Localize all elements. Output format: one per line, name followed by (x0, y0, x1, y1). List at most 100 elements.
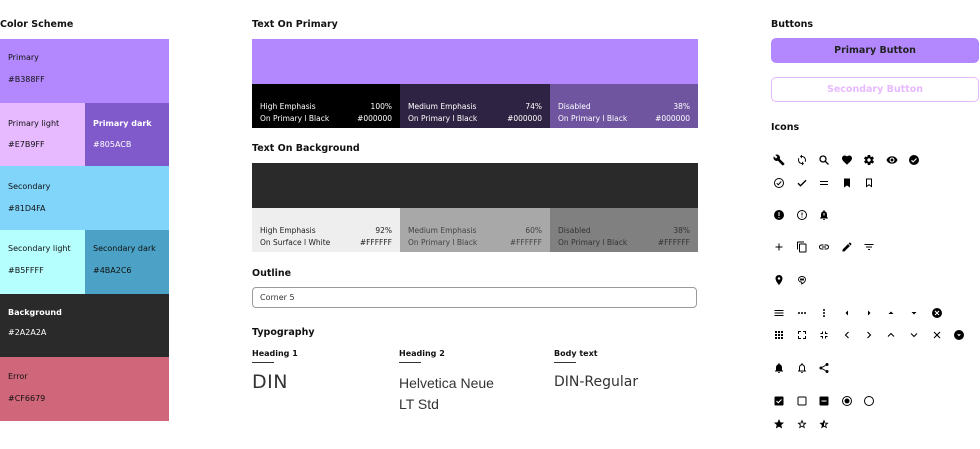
body-text-underline (554, 362, 576, 363)
swatch-hex: #805ACB (93, 140, 132, 149)
heading1-sample: DIN (252, 371, 288, 393)
emphasis-hex: #000000 (655, 114, 690, 123)
star-filled-icon[interactable] (772, 417, 786, 431)
emphasis-label: Medium Emphasis (408, 226, 477, 235)
bookmark-outline-icon[interactable] (862, 176, 876, 190)
radio-checked-icon[interactable] (840, 394, 854, 408)
swatch-name: Secondary light (8, 244, 71, 253)
color-scheme-title: Color Scheme (0, 19, 74, 30)
emphasis-percent: 38% (673, 226, 690, 235)
hangout-icon[interactable] (795, 273, 809, 287)
heading1-underline (252, 362, 274, 363)
heading2-underline (399, 362, 421, 363)
checkbox-empty-icon[interactable] (795, 394, 809, 408)
swatch-hex: #4BA2C6 (93, 266, 132, 275)
fullscreen-icon[interactable] (795, 328, 809, 342)
swatch-secondary-dark: Secondary dark #4BA2C6 (85, 230, 169, 294)
background-disabled: Disabled On Primary l Black 38% #FFFFFF (550, 208, 698, 252)
arrow-up-icon[interactable] (884, 306, 898, 320)
star-half-icon[interactable] (817, 417, 831, 431)
search-icon[interactable] (817, 153, 831, 167)
alarm-icon[interactable] (817, 208, 831, 222)
gear-icon[interactable] (862, 153, 876, 167)
bell-filled-icon[interactable] (772, 361, 786, 375)
emphasis-label: Medium Emphasis (408, 102, 477, 111)
heading2-sample-line1: Helvetica Neue (399, 375, 494, 391)
buttons-title: Buttons (771, 19, 814, 30)
bookmark-filled-icon[interactable] (840, 176, 854, 190)
background-high-emphasis: High Emphasis On Surface l White 92% #FF… (252, 208, 400, 252)
arrow-right-icon[interactable] (862, 306, 876, 320)
filter-icon[interactable] (862, 240, 876, 254)
heading2-label: Heading 2 (399, 349, 445, 358)
text-on-primary-title: Text On Primary (252, 19, 338, 30)
body-text-label: Body text (554, 349, 598, 358)
chevron-up-icon[interactable] (884, 328, 898, 342)
swatch-hex: #2A2A2A (8, 328, 47, 337)
dropdown-circle-icon[interactable] (952, 328, 966, 342)
text-on-background-title: Text On Background (252, 143, 360, 154)
emphasis-sublabel: On Surface l White (260, 238, 331, 247)
primary-high-emphasis: High Emphasis On Primary l Black 100% #0… (252, 84, 400, 128)
emphasis-percent: 38% (673, 102, 690, 111)
emphasis-percent: 60% (525, 226, 542, 235)
wrench-icon[interactable] (772, 153, 786, 167)
primary-medium-emphasis: Medium Emphasis On Primary l Black 74% #… (400, 84, 550, 128)
check-icon[interactable] (795, 176, 809, 190)
emphasis-sublabel: On Primary l Black (408, 238, 478, 247)
fullscreen-exit-icon[interactable] (817, 328, 831, 342)
emphasis-percent: 74% (525, 102, 542, 111)
star-outline-icon[interactable] (795, 417, 809, 431)
swatch-name: Background (8, 308, 62, 317)
primary-button[interactable]: Primary Button (771, 38, 979, 63)
swatch-secondary: Secondary #81D4FA (0, 166, 169, 230)
error-outline-icon[interactable] (795, 208, 809, 222)
emphasis-sublabel: On Primary l Black (260, 114, 330, 123)
swatch-primary-dark: Primary dark #805ACB (85, 103, 169, 166)
add-icon[interactable] (772, 240, 786, 254)
emphasis-hex: #FFFFFF (657, 238, 690, 247)
error-filled-icon[interactable] (772, 208, 786, 222)
link-icon[interactable] (817, 240, 831, 254)
primary-bar (252, 39, 698, 84)
edit-icon[interactable] (840, 240, 854, 254)
chevron-left-icon[interactable] (840, 328, 854, 342)
bell-outline-icon[interactable] (795, 361, 809, 375)
chevron-right-icon[interactable] (862, 328, 876, 342)
eye-icon[interactable] (885, 153, 899, 167)
cancel-filled-icon[interactable] (930, 306, 944, 320)
arrow-down-icon[interactable] (907, 306, 921, 320)
emphasis-percent: 92% (375, 226, 392, 235)
check-circle-outline-icon[interactable] (772, 176, 786, 190)
checkbox-indeterminate-icon[interactable] (817, 394, 831, 408)
more-vert-icon[interactable] (817, 306, 831, 320)
outline-text-field[interactable]: Corner 5 (252, 287, 697, 308)
primary-disabled: Disabled On Primary l Black 38% #000000 (550, 84, 698, 128)
copy-icon[interactable] (795, 240, 809, 254)
swatch-primary-light: Primary light #E7B9FF (0, 103, 85, 166)
more-horiz-icon[interactable] (795, 306, 809, 320)
swatch-name: Primary dark (93, 119, 152, 128)
checkbox-checked-icon[interactable] (772, 394, 786, 408)
swatch-error: Error #CF6679 (0, 357, 169, 421)
swatch-name: Primary (8, 53, 39, 62)
emphasis-label: High Emphasis (260, 226, 316, 235)
location-icon[interactable] (772, 273, 786, 287)
secondary-button[interactable]: Secondary Button (771, 77, 979, 102)
menu-icon[interactable] (772, 306, 786, 320)
emphasis-sublabel: On Primary l Black (408, 114, 478, 123)
close-icon[interactable] (930, 328, 944, 342)
swatch-hex: #E7B9FF (8, 140, 45, 149)
radio-empty-icon[interactable] (862, 394, 876, 408)
background-bar (252, 163, 698, 208)
share-icon[interactable] (817, 361, 831, 375)
equals-icon[interactable] (817, 176, 831, 190)
chevron-down-icon[interactable] (907, 328, 921, 342)
emphasis-hex: #FFFFFF (509, 238, 542, 247)
apps-icon[interactable] (772, 328, 786, 342)
emphasis-sublabel: On Primary l Black (558, 114, 628, 123)
heart-icon[interactable] (840, 153, 854, 167)
check-circle-filled-icon[interactable] (907, 153, 921, 167)
arrow-left-icon[interactable] (840, 306, 854, 320)
sync-icon[interactable] (795, 153, 809, 167)
